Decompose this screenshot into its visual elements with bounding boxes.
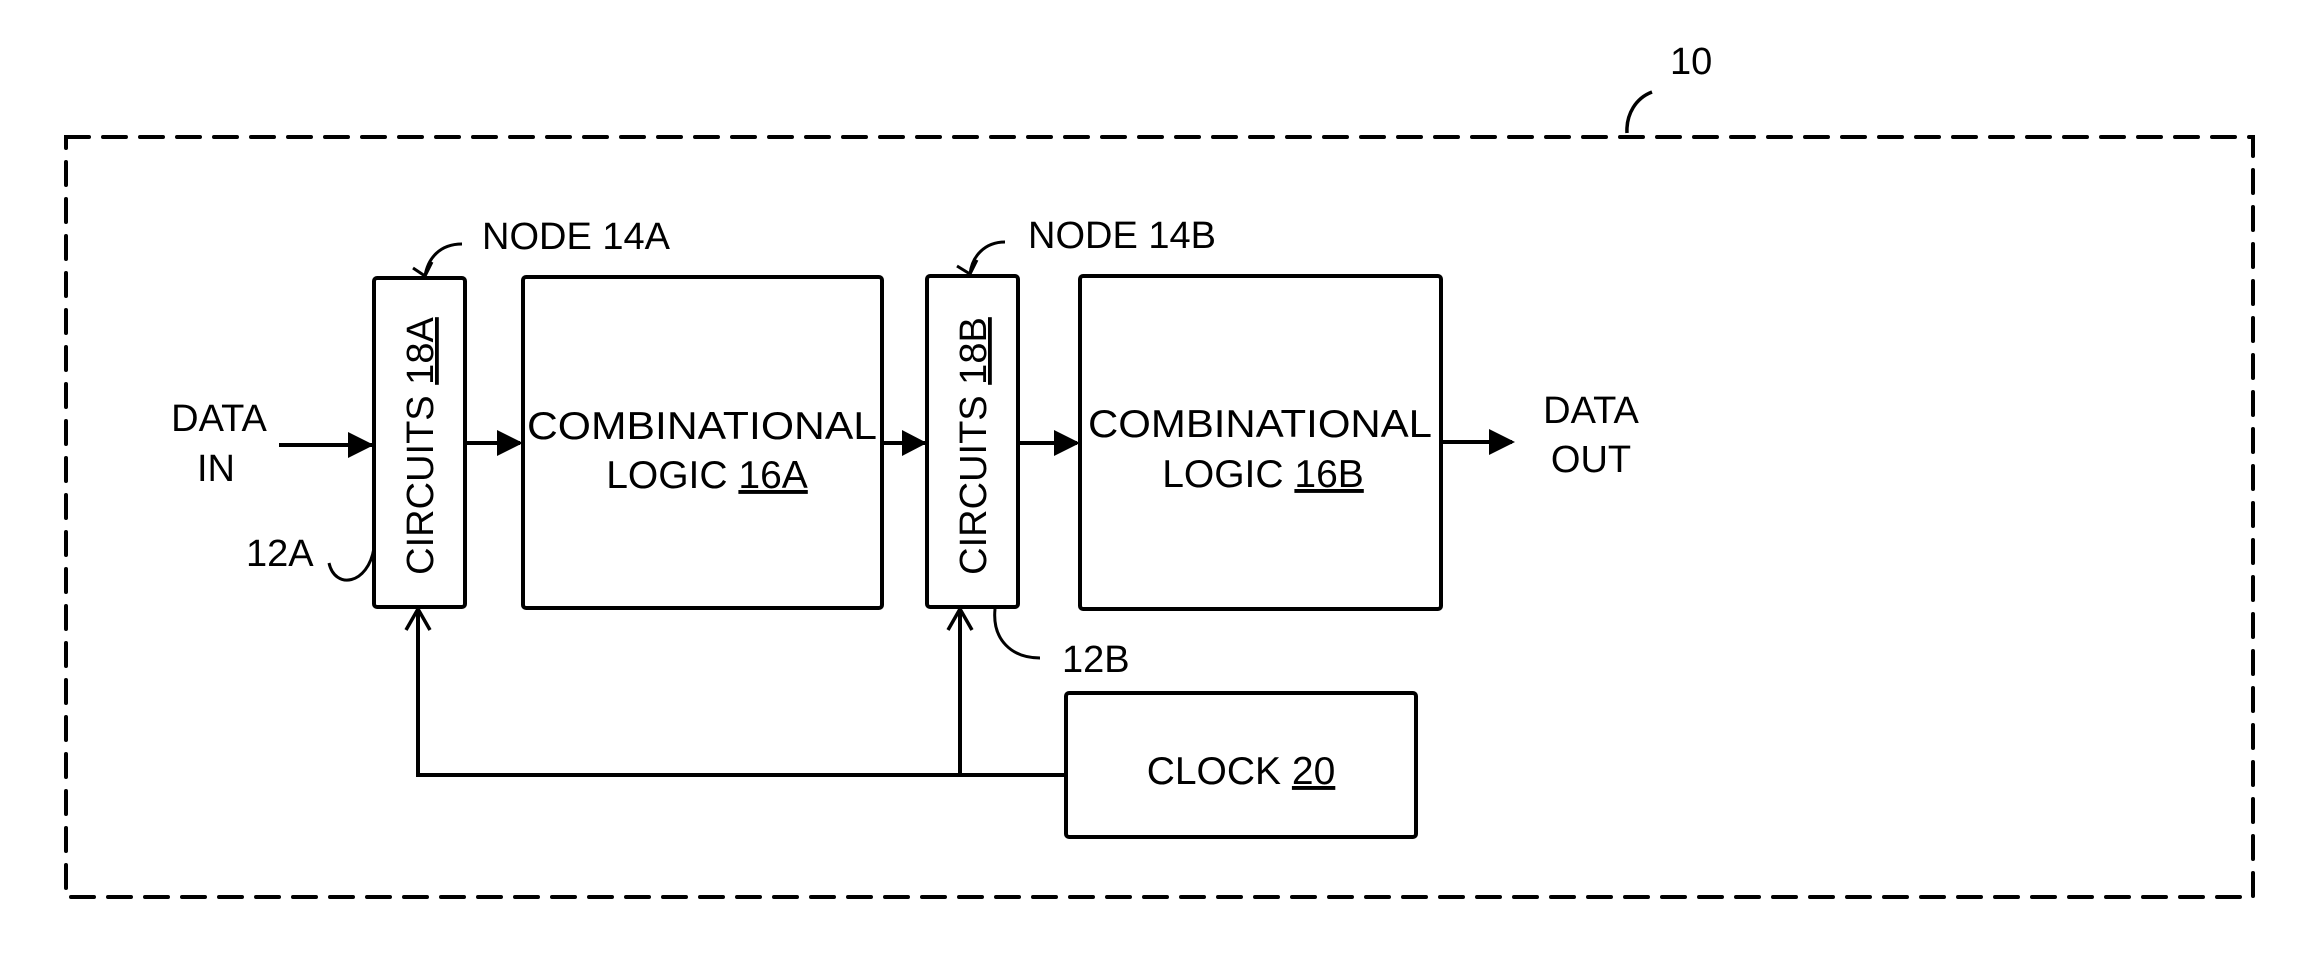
clock-20-label: CLOCK 20	[1147, 750, 1336, 793]
data-in-label-line2: IN	[197, 448, 235, 490]
clock-20-ref: 20	[1292, 750, 1335, 793]
data-out-arrowhead	[1489, 429, 1515, 455]
combinational-logic-16a-ref: 16A	[738, 454, 807, 497]
diagram-canvas: 10 DATA IN 12A CIRCUITS 18A NODE 14A COM…	[0, 0, 2318, 956]
node-14b-leader	[968, 240, 1006, 275]
circuit-group-12b-label: 12B	[1062, 639, 1130, 681]
circuit-group-12a-leader	[327, 547, 376, 582]
data-in-arrowhead	[348, 432, 374, 458]
circuits-18b-label: CIRCUITS 18B	[953, 317, 995, 575]
node-14a-leader	[423, 242, 463, 277]
data-in-label-line1: DATA	[171, 398, 267, 440]
circuits-18a-ref: 18A	[400, 317, 442, 385]
combinational-logic-16b-line1: COMBINATIONAL	[1088, 403, 1432, 446]
data-out-label-line2: OUT	[1551, 439, 1631, 481]
circuit-group-12b-leader	[993, 608, 1041, 660]
node-14b-label: NODE 14B	[1028, 215, 1216, 257]
arrow-18a-to-16a-head	[497, 430, 523, 456]
combinational-logic-16a-line2: LOGIC 16A	[606, 454, 808, 497]
circuits-18a-label: CIRCUITS 18A	[400, 317, 442, 575]
combinational-logic-16b-ref: 16B	[1294, 453, 1363, 496]
combinational-logic-16b-line2: LOGIC 16B	[1162, 453, 1364, 496]
block-diagram: 10 DATA IN 12A CIRCUITS 18A NODE 14A COM…	[64, 41, 2255, 899]
data-out-label-line1: DATA	[1543, 390, 1639, 432]
node-14a-label: NODE 14A	[482, 216, 671, 258]
circuits-18b-ref: 18B	[953, 317, 995, 385]
circuit-group-12a-label: 12A	[246, 533, 314, 575]
system-reference-label: 10	[1670, 41, 1712, 83]
system-leader-line	[1625, 90, 1653, 134]
clock-line	[416, 611, 1066, 777]
combinational-logic-16a-line1: COMBINATIONAL	[527, 405, 877, 448]
arrow-16a-to-18b-head	[902, 430, 927, 456]
arrow-18b-to-16b-head	[1054, 430, 1080, 456]
